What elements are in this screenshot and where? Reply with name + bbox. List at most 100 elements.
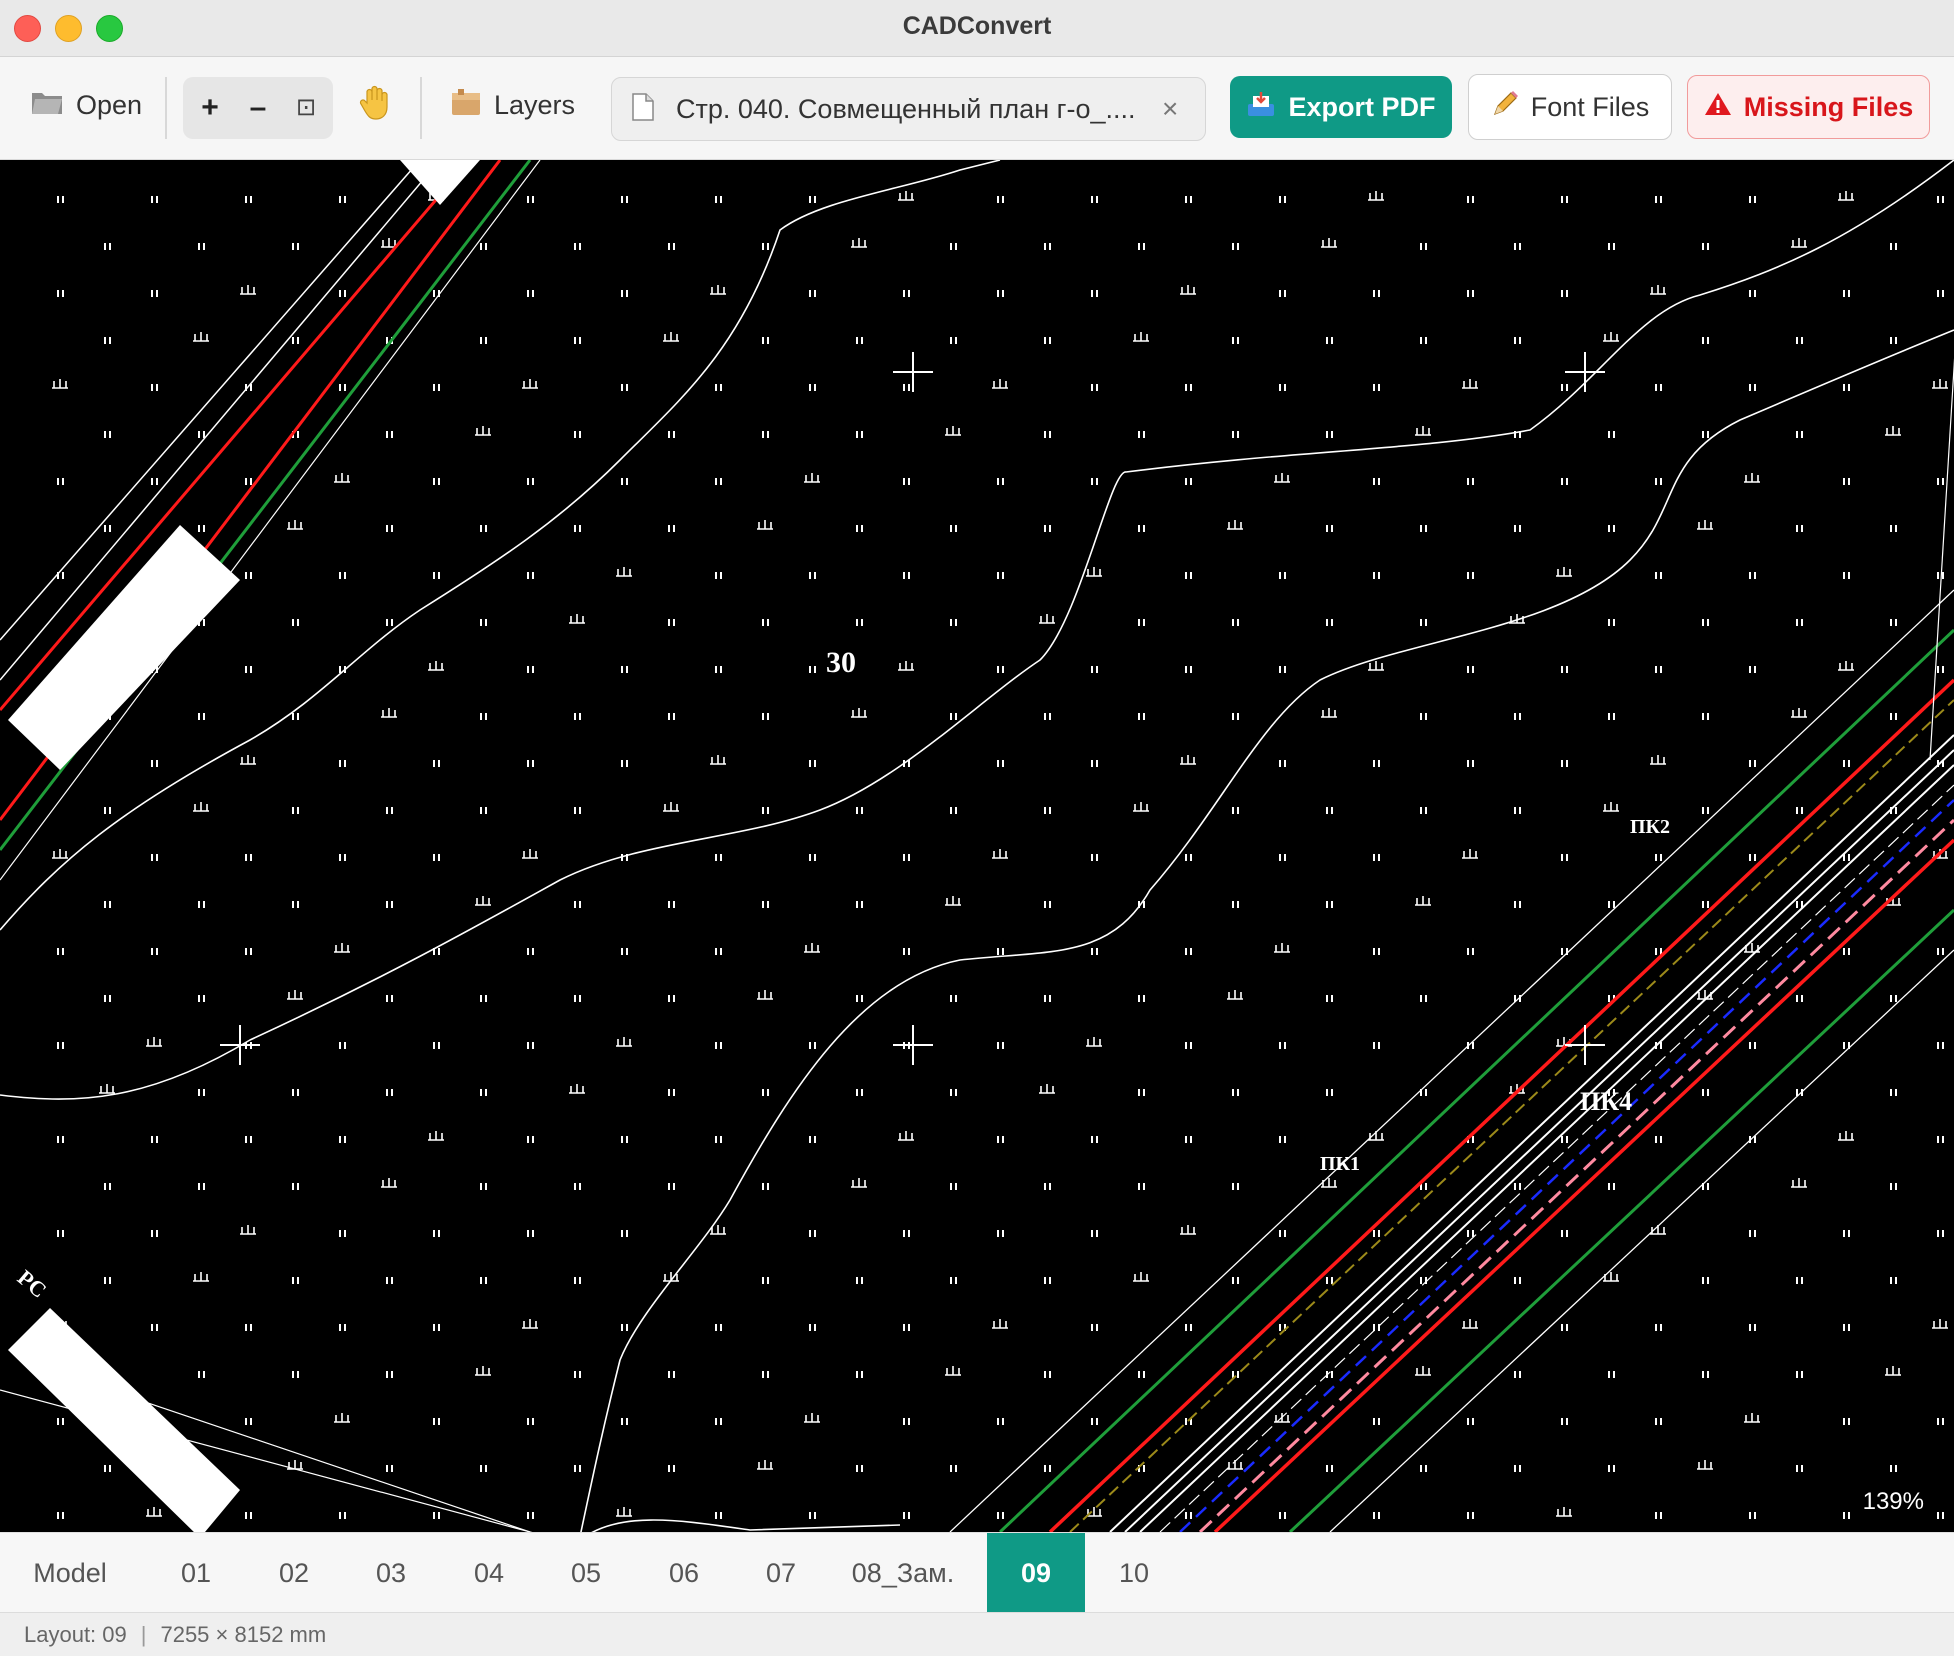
- vegetation-symbol: [1274, 943, 1290, 953]
- grass-symbol: [762, 901, 764, 908]
- layout-tab[interactable]: 09: [987, 1533, 1085, 1613]
- grass-symbol: [1185, 854, 1187, 861]
- layout-tab[interactable]: 05: [538, 1533, 634, 1613]
- vegetation-symbol: [475, 426, 491, 436]
- grass-symbol: [1185, 196, 1187, 203]
- grass-symbol: [527, 1230, 529, 1237]
- grass-symbol: [1284, 196, 1286, 203]
- layout-tab[interactable]: 03: [343, 1533, 439, 1613]
- grass-symbol: [1044, 1277, 1046, 1284]
- grass-symbol: [386, 995, 388, 1002]
- grass-symbol: [668, 619, 670, 626]
- layers-button[interactable]: Layers: [450, 87, 575, 124]
- grass-symbol: [386, 807, 388, 814]
- grass-symbol: [1420, 995, 1422, 1002]
- grass-symbol: [767, 807, 769, 814]
- grass-symbol: [1754, 854, 1756, 861]
- layout-tab[interactable]: Model: [0, 1533, 140, 1613]
- grass-symbol: [1660, 1418, 1662, 1425]
- grass-symbol: [997, 948, 999, 955]
- vegetation-symbol: [1838, 661, 1854, 671]
- grass-symbol: [1279, 1230, 1281, 1237]
- grass-symbol: [1472, 760, 1474, 767]
- grass-symbol: [250, 1418, 252, 1425]
- grass-symbol: [1326, 1465, 1328, 1472]
- grass-symbol: [579, 1277, 581, 1284]
- layout-tab[interactable]: 04: [441, 1533, 537, 1613]
- grass-symbol: [339, 196, 341, 203]
- vegetation-symbol: [1086, 1037, 1102, 1047]
- grass-symbol: [950, 1465, 952, 1472]
- grass-symbol: [1190, 1512, 1192, 1519]
- layout-tab[interactable]: 02: [246, 1533, 342, 1613]
- grass-symbol: [903, 290, 905, 297]
- zoom-in-button[interactable]: +: [190, 87, 230, 129]
- document-tab[interactable]: Стр. 040. Совмещенный план г-о_.... ×: [611, 77, 1206, 141]
- grass-symbol: [57, 1042, 59, 1049]
- grass-symbol: [532, 478, 534, 485]
- grass-symbol: [250, 948, 252, 955]
- grass-symbol: [1373, 760, 1375, 767]
- grass-symbol: [1237, 619, 1239, 626]
- grass-symbol: [344, 1136, 346, 1143]
- grass-symbol: [1425, 243, 1427, 250]
- vegetation-symbol: [146, 1507, 162, 1517]
- vegetation-symbol: [193, 802, 209, 812]
- font-files-button[interactable]: Font Files: [1468, 74, 1672, 140]
- grass-symbol: [1942, 1230, 1944, 1237]
- layout-tab[interactable]: 01: [148, 1533, 244, 1613]
- grass-symbol: [1373, 1230, 1375, 1237]
- grass-symbol: [668, 995, 670, 1002]
- grass-symbol: [1754, 196, 1756, 203]
- grass-symbol: [1796, 1465, 1798, 1472]
- grass-symbol: [1937, 290, 1939, 297]
- layout-tab[interactable]: 07: [733, 1533, 829, 1613]
- grass-symbol: [809, 1230, 811, 1237]
- grass-symbol: [1655, 666, 1657, 673]
- toolbar: Open + – ⊡ Layers Стр. 040. Совмещенный …: [0, 57, 1954, 160]
- grass-symbol: [532, 948, 534, 955]
- grass-symbol: [1185, 948, 1187, 955]
- grass-symbol: [1890, 619, 1892, 626]
- pan-tool-button[interactable]: [358, 85, 392, 128]
- grass-symbol: [574, 1183, 576, 1190]
- close-document-button[interactable]: ×: [1162, 93, 1178, 125]
- grass-symbol: [1143, 619, 1145, 626]
- grass-symbol: [109, 337, 111, 344]
- grass-symbol: [720, 1512, 722, 1519]
- open-button[interactable]: Open: [30, 87, 142, 124]
- grass-symbol: [1514, 713, 1516, 720]
- missing-files-button[interactable]: Missing Files: [1687, 75, 1930, 139]
- grass-symbol: [1467, 196, 1469, 203]
- grass-symbol: [1467, 666, 1469, 673]
- grass-symbol: [1801, 1465, 1803, 1472]
- grass-symbol: [62, 1230, 64, 1237]
- grass-symbol: [1373, 572, 1375, 579]
- zoom-out-button[interactable]: –: [238, 87, 278, 129]
- zoom-fit-button[interactable]: ⊡: [286, 87, 326, 129]
- layout-tab[interactable]: 10: [1086, 1533, 1182, 1613]
- grass-symbol: [1514, 1183, 1516, 1190]
- grass-symbol: [1613, 525, 1615, 532]
- export-pdf-button[interactable]: Export PDF: [1230, 76, 1452, 138]
- grass-symbol: [1895, 619, 1897, 626]
- grass-symbol: [1801, 337, 1803, 344]
- drawing-canvas[interactable]: 30 ПК4 ПК2 ПК1 РС 139%: [0, 160, 1954, 1532]
- grass-symbol: [485, 619, 487, 626]
- grass-symbol: [950, 337, 952, 344]
- grass-symbol: [1096, 290, 1098, 297]
- grass-symbol: [997, 1136, 999, 1143]
- grass-symbol: [1843, 1324, 1845, 1331]
- grass-symbol: [1566, 384, 1568, 391]
- layout-tab[interactable]: 06: [636, 1533, 732, 1613]
- grass-symbol: [297, 619, 299, 626]
- grass-symbol: [1754, 1512, 1756, 1519]
- grass-symbol: [1895, 713, 1897, 720]
- grass-symbol: [297, 807, 299, 814]
- grass-symbol: [438, 1230, 440, 1237]
- layout-tab[interactable]: 08_Зам.: [822, 1533, 984, 1613]
- grass-symbol: [621, 1418, 623, 1425]
- zoom-controls: + – ⊡: [183, 77, 333, 139]
- grass-symbol: [1091, 384, 1093, 391]
- grass-symbol: [344, 1512, 346, 1519]
